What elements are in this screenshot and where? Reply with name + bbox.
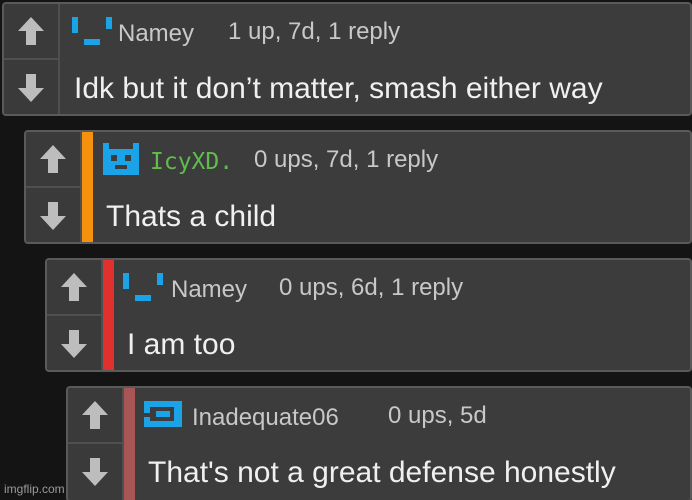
down-arrow-icon [18,74,44,102]
comment: IcyXD. 0 ups, 7d, 1 reply Thats a child [24,130,692,244]
up-arrow-icon [61,273,87,301]
vote-column [4,4,60,114]
down-arrow-icon [40,202,66,230]
comment-text: Thats a child [106,200,277,233]
username-link[interactable]: IcyXD. [150,148,233,176]
comment: Inadequate06 0 ups, 5d That's not a grea… [66,386,692,500]
up-arrow-icon [82,401,108,429]
upvote-button[interactable] [47,260,101,316]
depth-indicator [82,132,93,242]
pixel-avatar-icon[interactable] [100,141,142,177]
downvote-button[interactable] [68,444,122,500]
username-link[interactable]: Namey [118,20,194,48]
comment-thread: Namey 1 up, 7d, 1 reply Idk but it don’t… [0,0,692,500]
comment-meta: 1 up, 7d, 1 reply [228,18,401,45]
vote-column [68,388,124,500]
pixel-avatar-icon[interactable] [121,269,163,305]
pixel-avatar-icon[interactable] [142,397,184,433]
downvote-button[interactable] [47,316,101,370]
username-link[interactable]: Inadequate06 [192,404,339,432]
pixel-avatar-icon[interactable] [70,13,112,49]
down-arrow-icon [82,458,108,486]
upvote-button[interactable] [26,132,80,188]
watermark: imgflip.com [4,482,65,496]
comment: Namey 0 ups, 6d, 1 reply I am too [45,258,692,372]
up-arrow-icon [18,17,44,45]
depth-indicator [124,388,135,500]
comment-meta: 0 ups, 6d, 1 reply [279,274,464,301]
comment-text: Idk but it don’t matter, smash either wa… [74,72,603,105]
down-arrow-icon [61,330,87,358]
vote-column [26,132,82,242]
comment-meta: 0 ups, 7d, 1 reply [254,146,439,173]
upvote-button[interactable] [4,4,58,60]
depth-indicator [103,260,114,370]
up-arrow-icon [40,145,66,173]
comment-meta: 0 ups, 5d [388,402,487,429]
downvote-button[interactable] [26,188,80,242]
upvote-button[interactable] [68,388,122,444]
vote-column [47,260,103,370]
username-link[interactable]: Namey [171,276,247,304]
comment: Namey 1 up, 7d, 1 reply Idk but it don’t… [2,2,692,116]
comment-text: That's not a great defense honestly [148,456,616,489]
downvote-button[interactable] [4,60,58,114]
comment-text: I am too [127,328,236,361]
